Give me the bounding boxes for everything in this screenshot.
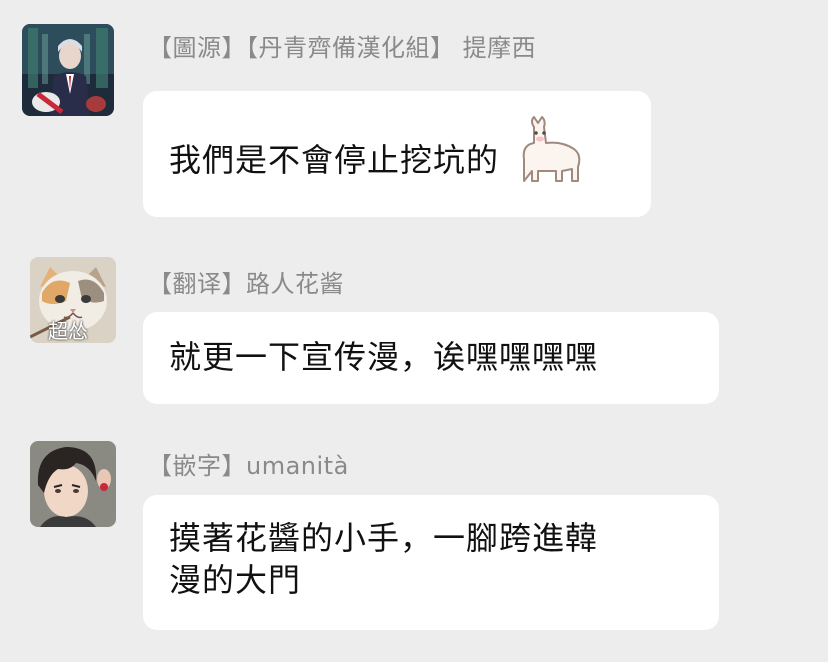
alpaca-icon bbox=[522, 116, 581, 182]
message-bubble[interactable]: 就更一下宣传漫，诶嘿嘿嘿嘿 bbox=[143, 312, 719, 404]
sender-name: 【嵌字】umanità bbox=[148, 452, 349, 480]
avatar[interactable]: 超怂 bbox=[30, 257, 116, 343]
message-text: 我們是不會停止挖坑的 bbox=[169, 141, 500, 179]
avatar[interactable] bbox=[30, 441, 116, 527]
avatar-caption: 超怂 bbox=[48, 319, 88, 343]
message-item: 超怂 【翻译】路人花酱 就更一下宣传漫，诶嘿嘿嘿嘿 bbox=[0, 230, 828, 430]
sender-name: 【圖源】【丹青齊備漢化組】 提摩西 bbox=[148, 34, 537, 62]
message-bubble[interactable]: 摸著花醬的小手，一腳跨進韓 漫的大門 bbox=[143, 495, 719, 630]
message-text-line: 摸著花醬的小手，一腳跨進韓 bbox=[169, 519, 599, 557]
message-bubble[interactable]: 我們是不會停止挖坑的 bbox=[143, 91, 651, 217]
avatar[interactable] bbox=[22, 24, 114, 116]
avatar-man-in-suit-icon bbox=[22, 24, 114, 116]
message-text-line: 漫的大門 bbox=[169, 561, 302, 599]
message-item: 【嵌字】umanità 摸著花醬的小手，一腳跨進韓 漫的大門 bbox=[0, 430, 828, 662]
sender-name: 【翻译】路人花酱 bbox=[148, 270, 344, 298]
avatar-anime-boy-icon bbox=[30, 441, 116, 527]
message-text: 就更一下宣传漫，诶嘿嘿嘿嘿 bbox=[169, 338, 599, 376]
message-item: 【圖源】【丹青齊備漢化組】 提摩西 我們是不會停止挖坑的 bbox=[0, 0, 828, 230]
